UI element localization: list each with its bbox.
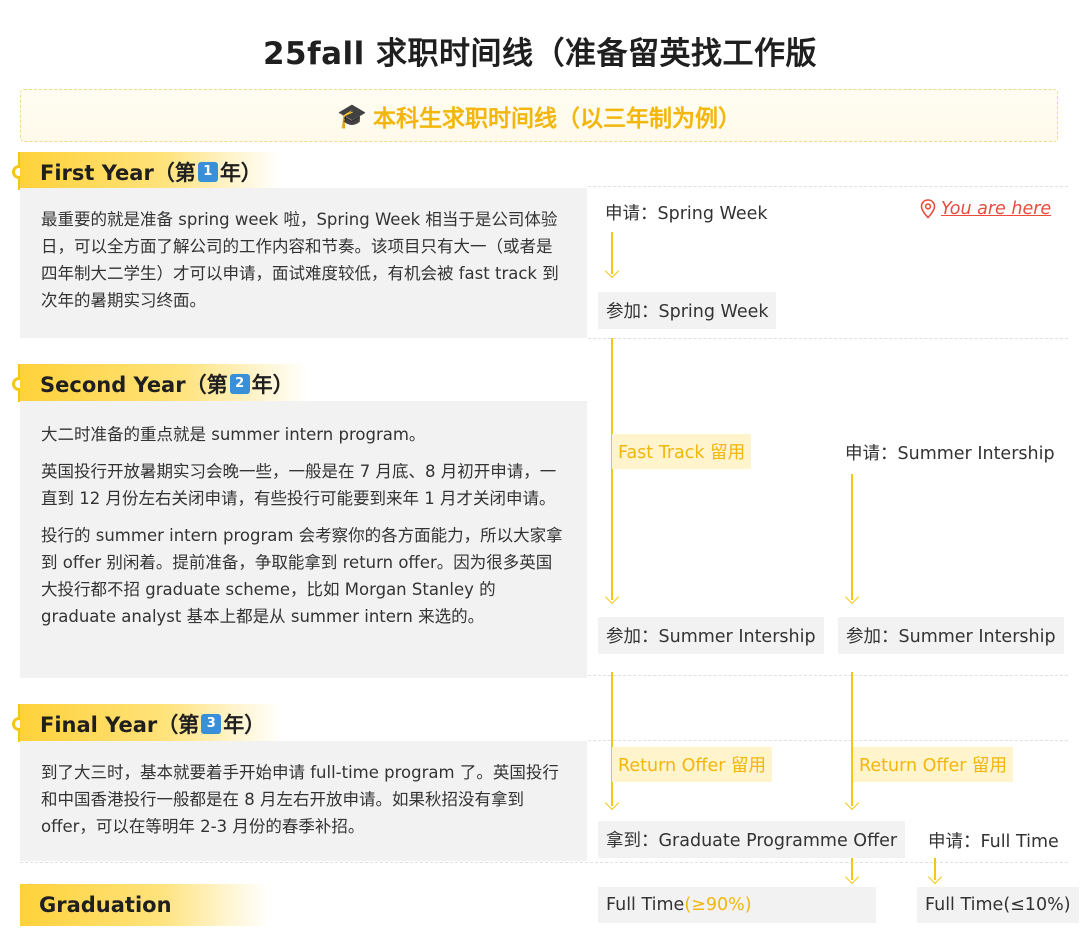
description-paragraph: 投行的 summer intern program 会考察你的各方面能力，所以大… bbox=[41, 526, 563, 626]
description-paragraph: 最重要的就是准备 spring week 啦，Spring Week 相当于是公… bbox=[41, 210, 559, 310]
apply-summer-internship: 申请：Summer Intership bbox=[845, 444, 1055, 464]
description-paragraph: 英国投行开放暑期实习会晚一些，一般是在 7 月底、8 月初开申请，一直到 12 … bbox=[41, 462, 557, 508]
graduation-cap-icon: 🎓 bbox=[337, 101, 367, 130]
year-label-prefix: Final Year（第 bbox=[40, 713, 200, 737]
fast-track-label: Fast Track 留用 bbox=[612, 434, 752, 469]
full-time-main: Full Time(≥90%) bbox=[598, 887, 876, 923]
description-paragraph: 到了大三时，基本就要着手开始申请 full-time program 了。英国投… bbox=[41, 763, 559, 836]
year-tab-second: Second Year（第 2 年） bbox=[20, 364, 310, 404]
description-paragraph: 大二时准备的重点就是 summer intern program。 bbox=[41, 425, 426, 444]
year-label-prefix: First Year（第 bbox=[40, 161, 196, 185]
page-title: 25fall 求职时间线（准备留英找工作版 bbox=[262, 36, 818, 72]
year-tab-final: Final Year（第 3 年） bbox=[20, 704, 282, 744]
apply-full-time: 申请：Full Time bbox=[928, 832, 1059, 852]
arrow-head bbox=[844, 795, 860, 811]
year-label-suffix: 年） bbox=[219, 161, 262, 185]
join-summer-internship-right: 参加：Summer Intership bbox=[838, 617, 1064, 654]
subtitle-text: 本科生求职时间线（以三年制为例） bbox=[372, 105, 741, 132]
join-spring-week: 参加：Spring Week bbox=[598, 292, 777, 329]
year-description-second: 大二时准备的重点就是 summer intern program。 英国投行开放… bbox=[20, 401, 587, 678]
graduation-tab: Graduation bbox=[20, 884, 270, 926]
you-are-here-text: You are here bbox=[941, 199, 1052, 219]
full-time-label: Full Time bbox=[606, 895, 685, 915]
join-summer-internship-left: 参加：Summer Intership bbox=[598, 617, 824, 654]
row-separator bbox=[20, 862, 1068, 863]
row-separator bbox=[588, 740, 1068, 741]
arrow-head bbox=[844, 589, 860, 605]
year-description-first: 最重要的就是准备 spring week 啦，Spring Week 相当于是公… bbox=[20, 188, 587, 338]
year-label-prefix: Second Year（第 bbox=[40, 373, 228, 397]
arrow-line bbox=[611, 672, 613, 806]
arrow-head bbox=[604, 795, 620, 811]
full-time-percent: (≥90%) bbox=[684, 895, 752, 915]
arrow-head bbox=[604, 589, 620, 605]
arrow-line bbox=[851, 474, 853, 600]
year-label-suffix: 年） bbox=[251, 373, 294, 397]
return-offer-right: Return Offer 留用 bbox=[853, 747, 1013, 782]
full-time-alternate: Full Time(≤10%) bbox=[917, 887, 1079, 923]
year-number-badge: 2 bbox=[229, 374, 250, 394]
arrow-line bbox=[851, 672, 853, 806]
year-description-final: 到了大三时，基本就要着手开始申请 full-time program 了。英国投… bbox=[20, 741, 587, 861]
you-are-here-link[interactable]: You are here bbox=[920, 199, 1051, 219]
arrow-head bbox=[604, 263, 620, 279]
get-graduate-offer: 拿到：Graduate Programme Offer bbox=[598, 821, 906, 858]
subtitle-banner: 🎓 本科生求职时间线（以三年制为例） bbox=[20, 89, 1058, 142]
arrow-head bbox=[844, 869, 860, 885]
year-number-badge: 1 bbox=[197, 162, 218, 182]
apply-spring-week: 申请：Spring Week bbox=[605, 204, 768, 224]
arrow-head bbox=[927, 869, 943, 885]
location-pin-icon bbox=[920, 199, 936, 219]
year-label-suffix: 年） bbox=[223, 713, 266, 737]
arrow-line bbox=[611, 338, 613, 600]
return-offer-left: Return Offer 留用 bbox=[612, 747, 772, 782]
row-separator bbox=[588, 338, 1068, 339]
row-separator bbox=[588, 186, 1068, 187]
row-separator bbox=[588, 675, 1068, 676]
year-number-badge: 3 bbox=[201, 714, 222, 734]
year-tab-first: First Year（第 1 年） bbox=[20, 152, 280, 192]
